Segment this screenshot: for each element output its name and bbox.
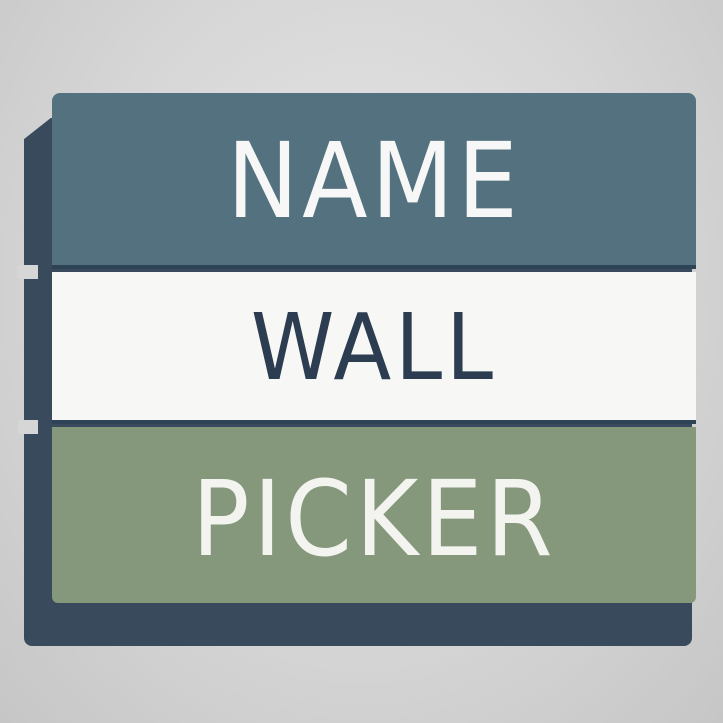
logo-word-wall: WALL [250, 294, 497, 401]
name-wall-picker-logo: NAME WALL PICKER [0, 0, 723, 723]
logo-word-picker: PICKER [191, 458, 557, 580]
logo-band-bottom: PICKER [52, 427, 696, 603]
logo-word-name: NAME [226, 120, 522, 242]
logo-band-top: NAME [52, 93, 696, 269]
logo-band-middle: WALL [52, 272, 696, 424]
shadow-notch-lower [18, 420, 38, 434]
shadow-notch-upper [18, 265, 38, 279]
